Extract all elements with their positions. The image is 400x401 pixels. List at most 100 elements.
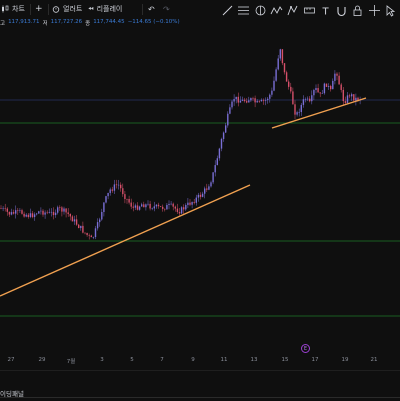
- x-tick-label: 7: [160, 357, 164, 363]
- add-indicator-button[interactable]: +: [35, 2, 43, 16]
- candle-body: [15, 210, 17, 214]
- top-toolbar: 차트 + 얼러트 ⏪︎ 리플레이 ↶ ↷ T: [0, 0, 400, 19]
- candle-body: [174, 206, 176, 209]
- crosshair-icon[interactable]: [368, 2, 381, 16]
- lock-icon[interactable]: [351, 2, 364, 16]
- candle-body: [159, 206, 162, 207]
- replay-label: 리플레이: [96, 5, 123, 13]
- close-value: 117,744.45: [93, 19, 125, 25]
- plus-icon: +: [35, 4, 43, 14]
- magnet-icon[interactable]: [335, 2, 348, 17]
- candle-body: [208, 186, 210, 190]
- candle-body: [248, 100, 250, 103]
- candle-body: [166, 204, 168, 210]
- candle-body: [296, 112, 298, 115]
- candle-body: [138, 206, 141, 210]
- candle-body: [323, 83, 326, 94]
- candle-body: [99, 219, 101, 223]
- candle-body: [67, 212, 69, 214]
- candle-body: [315, 88, 317, 91]
- candle-body: [6, 208, 8, 212]
- price-chart[interactable]: [0, 28, 400, 350]
- candle-body: [96, 222, 99, 229]
- measure-icon[interactable]: [237, 2, 250, 15]
- candle-body: [275, 69, 277, 81]
- candle-body: [73, 219, 76, 222]
- candle-body: [38, 211, 40, 214]
- candle-body: [254, 98, 256, 103]
- candle-body: [317, 88, 319, 93]
- candle-body: [344, 101, 347, 103]
- trend-line-icon[interactable]: [221, 2, 234, 16]
- candle-body: [162, 206, 164, 209]
- candle-body: [105, 196, 107, 203]
- candle-body: [256, 101, 258, 103]
- candle-body: [176, 208, 179, 213]
- time-axis[interactable]: 27 29 7월 3 5 7 9 11 13 15 17 19 21: [0, 350, 400, 370]
- redo-icon: ↷: [163, 4, 170, 14]
- candle-body: [157, 204, 160, 207]
- candle-body: [351, 94, 353, 97]
- candle-body: [155, 204, 158, 207]
- toolbar-divider: [142, 4, 143, 15]
- alert-label: 얼러트: [63, 5, 83, 13]
- candle-body: [147, 203, 149, 205]
- candle-body: [285, 72, 288, 82]
- candle-body: [214, 165, 216, 173]
- x-tick-label: 21: [370, 357, 378, 363]
- candle-body: [304, 99, 307, 100]
- candle-body: [294, 104, 296, 115]
- trend-line: [271, 97, 367, 129]
- candle-body: [122, 188, 124, 195]
- candle-body: [338, 75, 340, 85]
- alert-button[interactable]: 얼러트: [52, 2, 82, 16]
- candle-body: [42, 210, 44, 215]
- candle-body: [19, 210, 21, 211]
- candle-body: [191, 202, 193, 205]
- cursor-icon[interactable]: [384, 2, 397, 17]
- candle-body: [54, 212, 57, 216]
- candle-body: [264, 99, 267, 101]
- candle-body: [260, 99, 263, 102]
- candle-body: [136, 205, 139, 210]
- fib-icon[interactable]: [254, 2, 267, 16]
- candle-body: [145, 204, 147, 208]
- candle-body: [59, 207, 61, 208]
- candle-body: [69, 213, 71, 217]
- chart-type-button[interactable]: 차트: [1, 2, 25, 16]
- x-tick-label: 3: [100, 357, 104, 363]
- text-icon[interactable]: T: [319, 2, 332, 18]
- x-tick-label: 11: [220, 357, 228, 363]
- candle-body: [342, 89, 344, 102]
- candle-body: [180, 207, 183, 214]
- candle-body: [23, 213, 25, 217]
- candle-body: [306, 98, 309, 100]
- candle-body: [134, 205, 137, 208]
- candle-body: [273, 80, 275, 91]
- candle-body: [103, 202, 105, 213]
- replay-button[interactable]: ⏪︎ 리플레이: [88, 2, 122, 16]
- x-tick-label: 27: [7, 357, 15, 363]
- candle-body: [27, 214, 29, 217]
- candle-body: [332, 80, 334, 90]
- chart-label: 차트: [12, 5, 25, 13]
- candle-body: [25, 214, 27, 217]
- event-badge[interactable]: E: [301, 344, 310, 353]
- candles-icon: [1, 5, 9, 13]
- candle-body: [153, 206, 155, 209]
- redo-button[interactable]: ↷: [163, 2, 170, 16]
- x-tick-label: 29: [38, 357, 46, 363]
- candle-body: [225, 125, 227, 133]
- candle-body: [197, 194, 200, 198]
- candle-body: [311, 95, 313, 102]
- brush-icon[interactable]: [270, 2, 283, 15]
- candle-body: [235, 96, 237, 100]
- undo-button[interactable]: ↶: [148, 2, 155, 16]
- ruler-icon[interactable]: [303, 2, 316, 15]
- candle-body: [48, 212, 50, 213]
- candle-body: [227, 113, 229, 126]
- candle-body: [84, 232, 86, 234]
- undo-icon: ↶: [148, 4, 155, 14]
- candle-body: [258, 101, 260, 102]
- pattern-icon[interactable]: [286, 2, 299, 16]
